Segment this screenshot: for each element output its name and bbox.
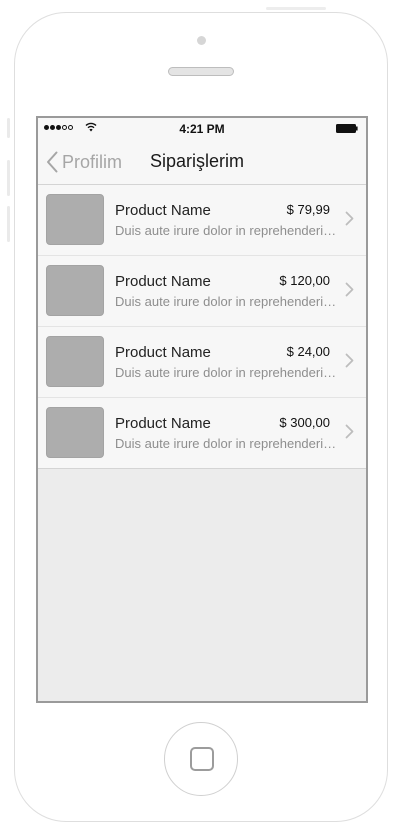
chevron-right-icon [345, 353, 354, 368]
product-price: $ 120,00 [279, 273, 330, 288]
chevron-left-icon [47, 151, 58, 173]
product-name: Product Name [115, 415, 211, 432]
front-camera [197, 36, 206, 45]
page-title: Siparişlerim [150, 151, 245, 171]
power-button [266, 7, 326, 10]
chevron-right-icon [345, 282, 354, 297]
product-thumbnail [46, 336, 104, 387]
product-description: Duis aute irure dolor in reprehenderit i… [115, 436, 337, 451]
status-bar: 4:21 PM [38, 118, 366, 140]
order-row[interactable]: Product Name $ 24,00 Duis aute irure dol… [38, 327, 366, 398]
back-button[interactable]: Profilim [46, 150, 122, 174]
order-row[interactable]: Product Name $ 120,00 Duis aute irure do… [38, 256, 366, 327]
order-row[interactable]: Product Name $ 300,00 Duis aute irure do… [38, 398, 366, 469]
home-square-icon [190, 747, 214, 771]
status-time: 4:21 PM [179, 122, 225, 136]
product-price: $ 79,99 [286, 202, 330, 217]
back-button-label: Profilim [62, 151, 123, 172]
product-thumbnail [46, 194, 104, 245]
product-thumbnail [46, 265, 104, 316]
order-row[interactable]: Product Name $ 79,99 Duis aute irure dol… [38, 185, 366, 256]
phone-screen: 4:21 PM Profilim Siparişlerim Product Na… [36, 116, 368, 703]
product-name: Product Name [115, 202, 211, 219]
product-name: Product Name [115, 344, 211, 361]
product-description: Duis aute irure dolor in reprehenderit i… [115, 294, 337, 309]
product-thumbnail [46, 407, 104, 458]
chevron-right-icon [345, 424, 354, 439]
product-name: Product Name [115, 273, 211, 290]
earpiece-speaker [168, 67, 234, 76]
product-price: $ 300,00 [279, 415, 330, 430]
navigation-bar: Profilim Siparişlerim [38, 140, 366, 185]
volume-down-button [7, 206, 10, 242]
orders-list: Product Name $ 79,99 Duis aute irure dol… [38, 185, 366, 469]
battery-icon [336, 124, 358, 133]
product-price: $ 24,00 [286, 344, 330, 359]
product-description: Duis aute irure dolor in reprehenderit i… [115, 223, 337, 238]
volume-up-button [7, 160, 10, 196]
mute-switch [7, 118, 10, 138]
product-description: Duis aute irure dolor in reprehenderit i… [115, 365, 337, 380]
chevron-right-icon [345, 211, 354, 226]
home-button[interactable] [164, 722, 238, 796]
